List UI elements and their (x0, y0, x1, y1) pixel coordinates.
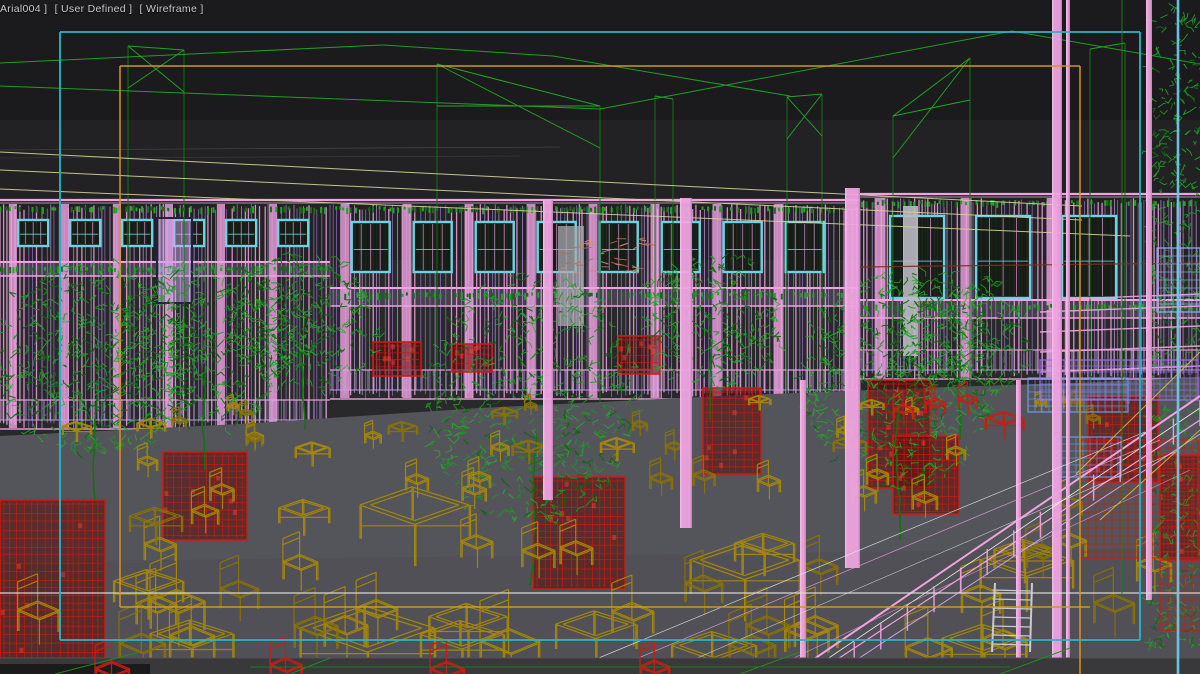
viewport-label: Arial004 ] [ User Defined ] [ Wireframe … (0, 3, 208, 15)
viewport-label-mode[interactable]: [ Wireframe ] (140, 3, 204, 15)
wireframe-scene (0, 0, 1200, 674)
viewport-label-quality[interactable]: [ User Defined ] (55, 3, 133, 15)
viewport-3d[interactable]: Arial004 ] [ User Defined ] [ Wireframe … (0, 0, 1200, 674)
viewport-label-camera[interactable]: Arial004 ] (0, 3, 47, 15)
